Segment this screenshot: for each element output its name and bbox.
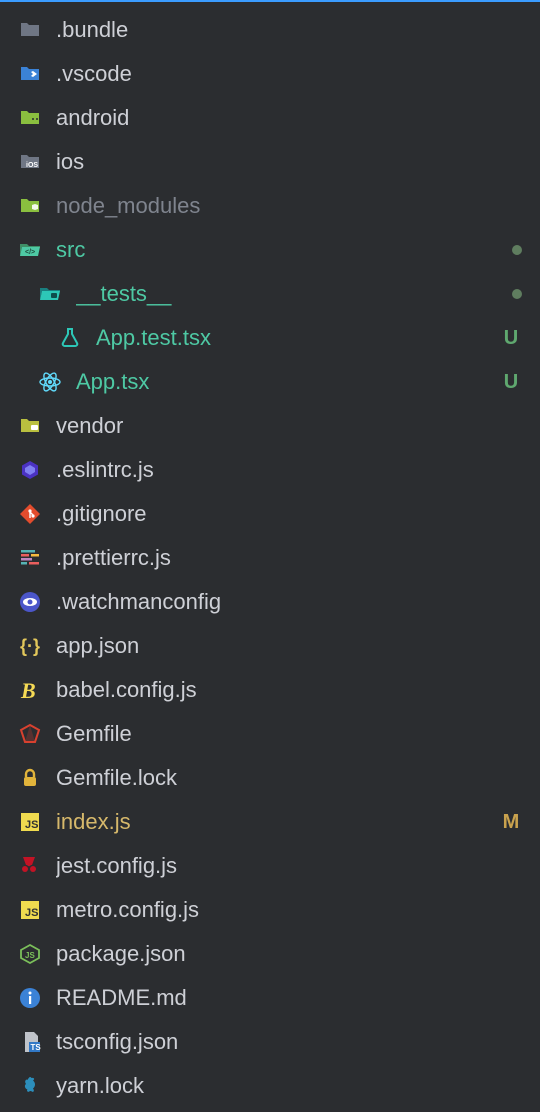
file-tree-item-label: .gitignore xyxy=(56,501,522,527)
vcs-status-badge: U xyxy=(500,371,522,394)
lock-icon xyxy=(18,766,42,790)
folder-icon xyxy=(18,18,42,42)
file-tree-item-label: jest.config.js xyxy=(56,853,522,879)
file-tree-item-label: index.js xyxy=(56,809,500,835)
eslint-icon xyxy=(18,458,42,482)
npm-icon: JS xyxy=(18,942,42,966)
react-icon xyxy=(38,370,62,394)
file-tree-item-label: .watchmanconfig xyxy=(56,589,522,615)
file-tree-item-label: android xyxy=(56,105,522,131)
file-tree-item[interactable]: JS package.json xyxy=(0,932,540,976)
file-tree-item[interactable]: .watchmanconfig xyxy=(0,580,540,624)
svg-text:</>: </> xyxy=(25,249,35,256)
file-tree-item-label: ios xyxy=(56,149,522,175)
info-icon xyxy=(18,986,42,1010)
file-tree-item[interactable]: .prettierrc.js xyxy=(0,536,540,580)
vcs-status-badge: U xyxy=(500,327,522,350)
file-tree-item-label: README.md xyxy=(56,985,522,1011)
jest-icon xyxy=(18,854,42,878)
file-tree-item[interactable]: Gemfile xyxy=(0,712,540,756)
yarn-icon xyxy=(18,1074,42,1098)
file-tree-item[interactable]: iOS ios xyxy=(0,140,540,184)
svg-text:JS: JS xyxy=(25,819,38,831)
file-tree-item-label: Gemfile xyxy=(56,721,522,747)
file-tree-item-label: vendor xyxy=(56,413,522,439)
file-tree-item[interactable]: node_modules xyxy=(0,184,540,228)
file-tree-item-label: App.tsx xyxy=(76,369,500,395)
svg-text:JS: JS xyxy=(25,907,38,919)
file-tree-item[interactable]: JS metro.config.js xyxy=(0,888,540,932)
file-tree-item[interactable]: .eslintrc.js xyxy=(0,448,540,492)
file-tree-item-label: metro.config.js xyxy=(56,897,522,923)
folder-android-icon xyxy=(18,106,42,130)
flask-icon xyxy=(58,326,82,350)
svg-text:B: B xyxy=(20,678,36,702)
babel-icon: B xyxy=(18,678,42,702)
file-tree-item[interactable]: {·} app.json xyxy=(0,624,540,668)
file-tree-item[interactable]: README.md xyxy=(0,976,540,1020)
folder-vendor-icon xyxy=(18,414,42,438)
svg-text:iOS: iOS xyxy=(26,162,38,169)
git-icon xyxy=(18,502,42,526)
vcs-dot-icon xyxy=(512,245,522,255)
vcs-status-badge: M xyxy=(500,811,522,834)
file-tree-item[interactable]: JS index.jsM xyxy=(0,800,540,844)
file-tree-item-label: app.json xyxy=(56,633,522,659)
file-tree-item-label: Gemfile.lock xyxy=(56,765,522,791)
file-tree-item-label: __tests__ xyxy=(76,281,512,307)
svg-text:JS: JS xyxy=(25,951,35,960)
folder-src-open-icon: </> xyxy=(18,238,42,262)
file-tree-item[interactable]: android xyxy=(0,96,540,140)
file-tree-item[interactable]: .gitignore xyxy=(0,492,540,536)
js-icon: JS xyxy=(18,898,42,922)
file-tree-item[interactable]: TS tsconfig.json xyxy=(0,1020,540,1064)
js-icon: JS xyxy=(18,810,42,834)
folder-vscode-icon xyxy=(18,62,42,86)
file-tree-item-label: package.json xyxy=(56,941,522,967)
file-tree-item-label: .vscode xyxy=(56,61,522,87)
file-tree-item[interactable]: </> src xyxy=(0,228,540,272)
file-tree-item[interactable]: App.test.tsxU xyxy=(0,316,540,360)
folder-tests-open-icon xyxy=(38,282,62,306)
file-tree-item-label: node_modules xyxy=(56,193,522,219)
file-tree-item-label: src xyxy=(56,237,512,263)
file-tree-item-label: tsconfig.json xyxy=(56,1029,522,1055)
ruby-icon xyxy=(18,722,42,746)
file-tree-item[interactable]: Gemfile.lock xyxy=(0,756,540,800)
file-tree-item-label: App.test.tsx xyxy=(96,325,500,351)
file-tree-item-label: yarn.lock xyxy=(56,1073,522,1099)
file-tree-item-label: .eslintrc.js xyxy=(56,457,522,483)
file-tree-item[interactable]: .bundle xyxy=(0,8,540,52)
svg-text:{·}: {·} xyxy=(20,636,40,656)
watchman-icon xyxy=(18,590,42,614)
file-tree-item-label: .prettierrc.js xyxy=(56,545,522,571)
tsconfig-icon: TS xyxy=(18,1030,42,1054)
file-tree-item[interactable]: App.tsxU xyxy=(0,360,540,404)
file-tree-item[interactable]: yarn.lock xyxy=(0,1064,540,1108)
file-tree-item[interactable]: jest.config.js xyxy=(0,844,540,888)
file-tree-item[interactable]: Bbabel.config.js xyxy=(0,668,540,712)
json-braces-icon: {·} xyxy=(18,634,42,658)
vcs-dot-icon xyxy=(512,289,522,299)
svg-text:TS: TS xyxy=(31,1043,42,1052)
file-explorer: .bundle .vscode android iOS ios node_modules <… xyxy=(0,0,540,1112)
file-tree-item[interactable]: vendor xyxy=(0,404,540,448)
file-tree-item-label: .bundle xyxy=(56,17,522,43)
folder-node-icon xyxy=(18,194,42,218)
prettier-icon xyxy=(18,546,42,570)
file-tree-item[interactable]: .vscode xyxy=(0,52,540,96)
folder-ios-icon: iOS xyxy=(18,150,42,174)
file-tree-item[interactable]: __tests__ xyxy=(0,272,540,316)
file-tree-item-label: babel.config.js xyxy=(56,677,522,703)
